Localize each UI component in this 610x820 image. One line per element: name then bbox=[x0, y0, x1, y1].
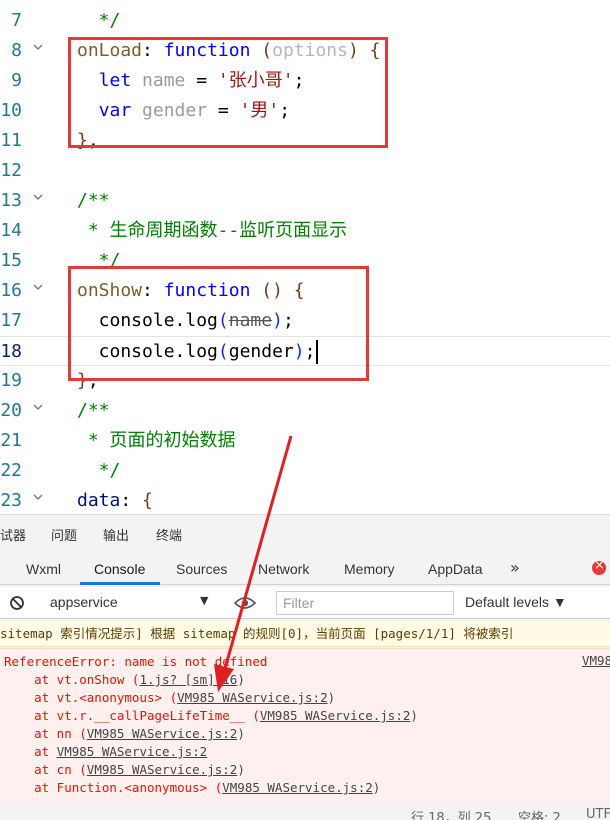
error-message-block: VM98 ReferenceError: name is not defined… bbox=[0, 648, 610, 808]
code-line[interactable]: 13 /** bbox=[0, 186, 610, 216]
chevron-down-icon: ▼ bbox=[200, 594, 209, 607]
line-number: 7 bbox=[11, 10, 22, 31]
tab-network[interactable]: Network bbox=[258, 561, 309, 577]
code-text: */ bbox=[77, 460, 121, 481]
code-line[interactable]: 20 /** bbox=[0, 396, 610, 426]
stack-source-link[interactable]: VM985 WAService.js:2 bbox=[57, 744, 208, 759]
stack-source-link[interactable]: VM985 WAService.js:2 bbox=[260, 708, 411, 723]
eye-icon[interactable] bbox=[234, 596, 256, 610]
clear-console-icon[interactable] bbox=[9, 595, 25, 611]
stack-frame: at vt.onShow (1.js? [sm]:16) bbox=[4, 672, 245, 687]
line-number: 17 bbox=[0, 310, 22, 331]
status-bar: 行 18，列 25 空格: 2 UTF bbox=[0, 805, 610, 820]
fold-chevron-icon[interactable] bbox=[32, 186, 46, 216]
code-text: /** bbox=[77, 400, 110, 421]
code-line[interactable]: 14 * 生命周期函数--监听页面显示 bbox=[0, 216, 610, 246]
console-toolbar: appservice ▼ Default levels ▼ bbox=[0, 587, 610, 619]
bottom-panel-tabs: 试器 问题 输出 终端 bbox=[0, 515, 610, 551]
onload-highlight-box bbox=[68, 37, 388, 148]
console-tab-underline bbox=[80, 582, 160, 585]
line-number: 15 bbox=[0, 250, 22, 271]
tab-sources[interactable]: Sources bbox=[176, 561, 227, 577]
context-value: appservice bbox=[50, 594, 118, 610]
line-number: 11 bbox=[0, 130, 22, 151]
tab-appdata[interactable]: AppData bbox=[428, 561, 482, 577]
onshow-highlight-box bbox=[68, 266, 369, 381]
fold-chevron-icon[interactable] bbox=[32, 276, 46, 306]
line-number: 14 bbox=[0, 220, 22, 241]
code-line[interactable]: 12 bbox=[0, 156, 610, 186]
log-levels-dropdown[interactable]: Default levels ▼ bbox=[465, 594, 567, 610]
stack-frame: at nn (VM985 WAService.js:2) bbox=[4, 726, 245, 741]
devtools-tabs: Wxml Console Sources Network Memory AppD… bbox=[0, 553, 610, 585]
stack-source-link[interactable]: VM985 WAService.js:2 bbox=[222, 780, 373, 795]
devtools-panel: 试器 问题 输出 终端 Wxml Console Sources Network… bbox=[0, 514, 610, 820]
line-number: 16 bbox=[0, 280, 22, 301]
indent-spaces[interactable]: 空格: 2 bbox=[518, 807, 561, 820]
code-text: data: { bbox=[77, 490, 153, 511]
line-number: 21 bbox=[0, 430, 22, 451]
code-text: * 页面的初始数据 bbox=[77, 430, 236, 451]
stack-frame: at Function.<anonymous> (VM985 WAService… bbox=[4, 780, 381, 795]
line-number: 23 bbox=[0, 490, 22, 511]
line-number: 13 bbox=[0, 190, 22, 211]
line-number: 19 bbox=[0, 370, 22, 391]
stack-source-link[interactable]: VM985 WAService.js:2 bbox=[177, 690, 328, 705]
tab-memory[interactable]: Memory bbox=[344, 561, 395, 577]
stack-frame: at vt.<anonymous> (VM985 WAService.js:2) bbox=[4, 690, 336, 705]
line-number: 12 bbox=[0, 160, 22, 181]
stack-source-link[interactable]: VM985 WAService.js:2 bbox=[87, 762, 238, 777]
filter-input[interactable] bbox=[276, 591, 454, 615]
line-number: 18 bbox=[0, 341, 22, 362]
sitemap-warning-message: sitemap 索引情况提示] 根据 sitemap 的规则[0]，当前页面 [… bbox=[0, 621, 610, 647]
fold-chevron-icon[interactable] bbox=[32, 396, 46, 426]
panel-tab-debugger[interactable]: 试器 bbox=[0, 525, 26, 544]
stack-frame: at vt.r.__callPageLifeTime__ (VM985 WASe… bbox=[4, 708, 418, 723]
stack-source-link[interactable]: VM985 WAService.js:2 bbox=[87, 726, 238, 741]
code-line[interactable]: 7 */ bbox=[0, 6, 610, 36]
line-number: 20 bbox=[0, 400, 22, 421]
panel-tab-terminal[interactable]: 终端 bbox=[156, 525, 182, 544]
line-number: 10 bbox=[0, 100, 22, 121]
code-line[interactable]: 21 * 页面的初始数据 bbox=[0, 426, 610, 456]
stack-frame: at cn (VM985 WAService.js:2) bbox=[4, 762, 245, 777]
code-text: */ bbox=[77, 10, 121, 31]
error-message: ReferenceError: name is not defined bbox=[4, 654, 268, 669]
fold-chevron-icon[interactable] bbox=[32, 486, 46, 514]
tab-console[interactable]: Console bbox=[94, 561, 145, 577]
file-encoding[interactable]: UTF bbox=[586, 807, 610, 820]
code-text: * 生命周期函数--监听页面显示 bbox=[77, 220, 348, 241]
more-tabs-icon[interactable]: » bbox=[510, 558, 520, 577]
panel-tab-output[interactable]: 输出 bbox=[103, 525, 129, 544]
context-select[interactable]: appservice ▼ bbox=[38, 591, 218, 615]
error-count-icon[interactable] bbox=[592, 558, 606, 575]
code-text: /** bbox=[77, 190, 110, 211]
fold-chevron-icon[interactable] bbox=[32, 36, 46, 66]
cursor-position[interactable]: 行 18，列 25 bbox=[411, 807, 491, 820]
line-number: 22 bbox=[0, 460, 22, 481]
panel-tab-problems[interactable]: 问题 bbox=[51, 525, 77, 544]
line-number: 8 bbox=[11, 40, 22, 61]
stack-frame: at VM985 WAService.js:2 bbox=[4, 744, 208, 759]
stack-source-link[interactable]: 1.js? [sm]:16 bbox=[139, 672, 237, 687]
error-source-link[interactable]: VM98 bbox=[582, 653, 610, 668]
line-number: 9 bbox=[11, 70, 22, 91]
code-line[interactable]: 22 */ bbox=[0, 456, 610, 486]
code-line[interactable]: 23 data: { bbox=[0, 486, 610, 514]
tab-wxml[interactable]: Wxml bbox=[26, 561, 61, 577]
